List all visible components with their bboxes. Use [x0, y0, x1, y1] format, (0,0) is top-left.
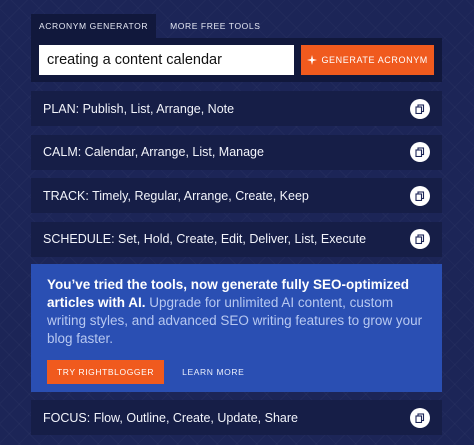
results-list-continued: FOCUS: Flow, Outline, Create, Update, Sh…: [31, 400, 442, 444]
topic-input[interactable]: [39, 45, 295, 75]
results-list: PLAN: Publish, List, Arrange, Note CALM:…: [31, 91, 442, 265]
copy-button[interactable]: [410, 142, 430, 162]
search-bar: Generate Acronym: [31, 38, 442, 82]
result-row: TRACK: Timely, Regular, Arrange, Create,…: [31, 178, 442, 213]
generate-button-label: Generate Acronym: [321, 55, 428, 65]
result-row: CALM: Calendar, Arrange, List, Manage: [31, 134, 442, 170]
copy-button[interactable]: [410, 185, 430, 206]
copy-button[interactable]: [410, 229, 430, 249]
tab-more-free-tools[interactable]: More Free Tools: [162, 14, 268, 38]
copy-icon: [415, 147, 425, 157]
copy-icon: [415, 103, 425, 114]
learn-more-link[interactable]: Learn More: [182, 367, 244, 377]
result-row: PLAN: Publish, List, Arrange, Note: [31, 91, 442, 126]
upgrade-promo: You’ve tried the tools, now generate ful…: [31, 264, 442, 392]
tool-tabs: Acronym Generator More Free Tools: [31, 14, 268, 38]
result-row: SCHEDULE: Set, Hold, Create, Edit, Deliv…: [31, 221, 442, 257]
copy-button[interactable]: [410, 407, 430, 428]
copy-icon: [415, 234, 425, 244]
result-text: FOCUS: Flow, Outline, Create, Update, Sh…: [43, 410, 298, 425]
copy-icon: [415, 190, 425, 201]
result-text: PLAN: Publish, List, Arrange, Note: [43, 101, 235, 116]
try-rightblogger-button[interactable]: Try RightBlogger: [47, 359, 165, 384]
promo-text: You’ve tried the tools, now generate ful…: [47, 276, 426, 348]
generate-acronym-button[interactable]: Generate Acronym: [301, 45, 434, 75]
copy-button[interactable]: [410, 98, 430, 119]
sparkle-icon: [307, 55, 318, 65]
result-row: FOCUS: Flow, Outline, Create, Update, Sh…: [31, 400, 442, 435]
promo-actions: Try RightBlogger Learn More: [47, 359, 426, 384]
result-text: CALM: Calendar, Arrange, List, Manage: [43, 145, 264, 159]
result-text: TRACK: Timely, Regular, Arrange, Create,…: [43, 188, 309, 203]
tab-acronym-generator[interactable]: Acronym Generator: [31, 14, 157, 38]
copy-icon: [415, 412, 425, 423]
result-text: SCHEDULE: Set, Hold, Create, Edit, Deliv…: [43, 232, 367, 246]
